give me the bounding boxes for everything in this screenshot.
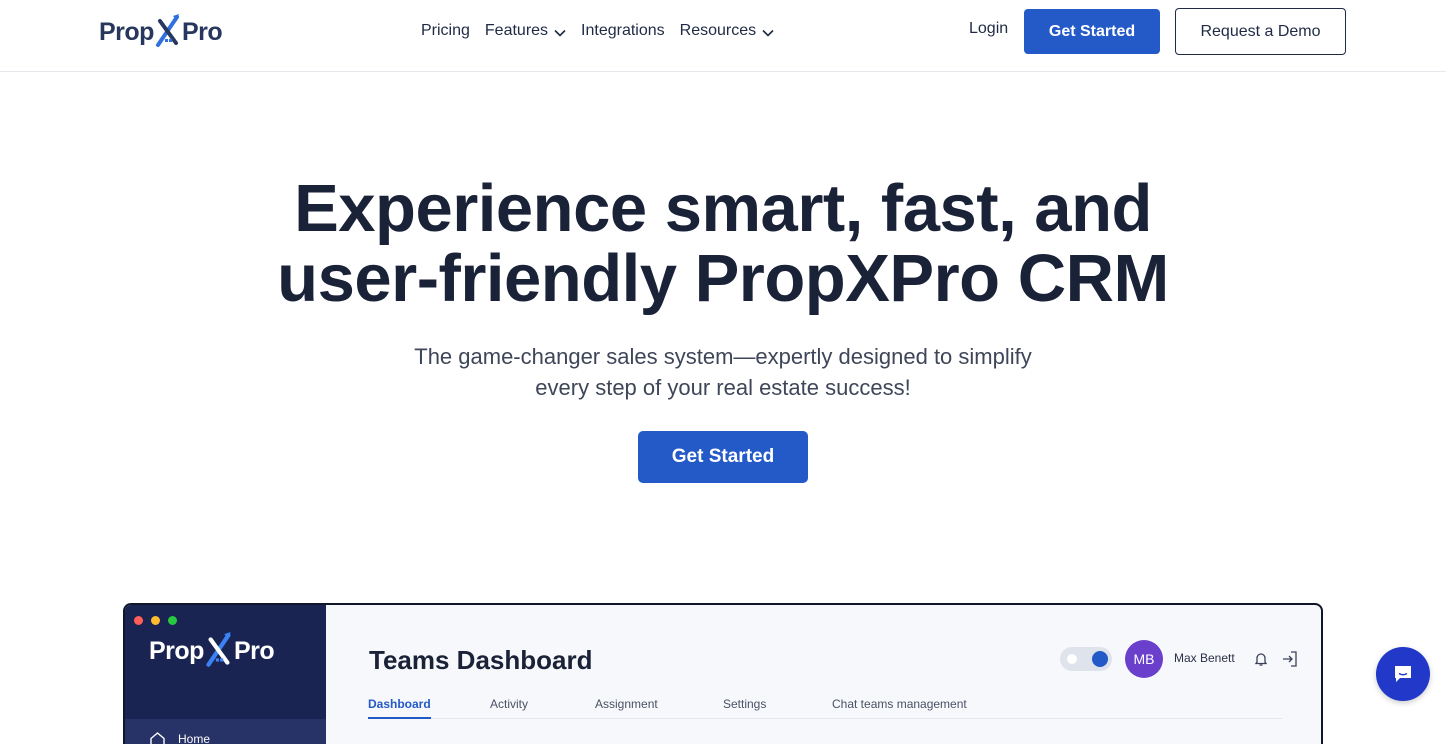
app-preview-window: Prop Pro Home Teams Dashboard MB Max Ben… bbox=[123, 603, 1323, 744]
tab-dashboard[interactable]: Dashboard bbox=[368, 697, 431, 711]
dashboard-title: Teams Dashboard bbox=[369, 645, 593, 675]
logo-x-icon bbox=[206, 632, 231, 667]
tab-activity[interactable]: Activity bbox=[490, 697, 528, 711]
sun-icon bbox=[1067, 654, 1077, 664]
user-name: Max Benett bbox=[1174, 651, 1235, 665]
close-dot-icon bbox=[134, 616, 143, 625]
preview-sidebar: Prop Pro Home bbox=[125, 605, 326, 744]
home-icon bbox=[150, 732, 165, 744]
tab-settings[interactable]: Settings bbox=[723, 697, 766, 711]
hero-title-line2: user-friendly PropXPro CRM bbox=[277, 241, 1169, 316]
nav-pricing[interactable]: Pricing bbox=[421, 22, 470, 40]
nav-pricing-label: Pricing bbox=[421, 22, 470, 39]
preview-logo-text-prop: Prop bbox=[149, 636, 204, 665]
chevron-down-icon bbox=[554, 29, 566, 37]
main-nav: Pricing Features Integrations Resources bbox=[421, 19, 789, 43]
logo-x-icon bbox=[155, 14, 179, 47]
tab-assignment[interactable]: Assignment bbox=[595, 697, 658, 711]
theme-toggle[interactable] bbox=[1060, 647, 1112, 671]
bell-icon[interactable] bbox=[1253, 651, 1269, 667]
hero-subtitle-line1: The game-changer sales system—expertly d… bbox=[414, 344, 1032, 369]
nav-features-label: Features bbox=[484, 22, 549, 39]
logo-text-pro: Pro bbox=[181, 17, 223, 46]
maximize-dot-icon bbox=[168, 616, 177, 625]
hero-subtitle: The game-changer sales system—expertly d… bbox=[373, 341, 1073, 403]
nav-resources-label: Resources bbox=[679, 22, 757, 39]
tab-chat-teams-management[interactable]: Chat teams management bbox=[832, 697, 967, 711]
nav-integrations[interactable]: Integrations bbox=[581, 22, 665, 40]
sidebar-item-home-label: Home bbox=[178, 732, 211, 744]
chat-bubble-icon bbox=[1395, 666, 1411, 682]
nav-integrations-label: Integrations bbox=[581, 22, 665, 39]
nav-resources[interactable]: Resources bbox=[680, 22, 774, 40]
header-get-started-button[interactable]: Get Started bbox=[1024, 9, 1160, 54]
hero-title-line1: Experience smart, fast, and bbox=[294, 171, 1152, 246]
sidebar-item-home[interactable]: Home bbox=[125, 719, 326, 744]
logo[interactable]: Prop Pro bbox=[99, 10, 223, 54]
login-link[interactable]: Login bbox=[969, 20, 1008, 38]
logo-text-prop: Prop bbox=[99, 17, 154, 46]
logout-icon[interactable] bbox=[1281, 650, 1299, 668]
chevron-down-icon bbox=[762, 29, 774, 37]
preview-logo-text-pro: Pro bbox=[233, 636, 275, 665]
active-tab-indicator bbox=[368, 717, 431, 719]
hero-get-started-button[interactable]: Get Started bbox=[638, 431, 808, 483]
chat-widget-button[interactable] bbox=[1376, 647, 1430, 701]
request-demo-button[interactable]: Request a Demo bbox=[1175, 8, 1346, 55]
hero-title: Experience smart, fast, and user-friendl… bbox=[0, 174, 1446, 314]
hero-subtitle-line2: every step of your real estate success! bbox=[535, 375, 911, 400]
preview-logo: Prop Pro bbox=[149, 631, 275, 671]
avatar[interactable]: MB bbox=[1125, 640, 1163, 678]
window-controls bbox=[134, 616, 185, 625]
minimize-dot-icon bbox=[151, 616, 160, 625]
toggle-knob bbox=[1092, 651, 1108, 667]
nav-features[interactable]: Features bbox=[485, 22, 566, 40]
dashboard-tabs: Dashboard Activity Assignment Settings C… bbox=[368, 697, 1282, 719]
site-header: Prop Pro Pricing Features Integrations R… bbox=[0, 0, 1446, 72]
